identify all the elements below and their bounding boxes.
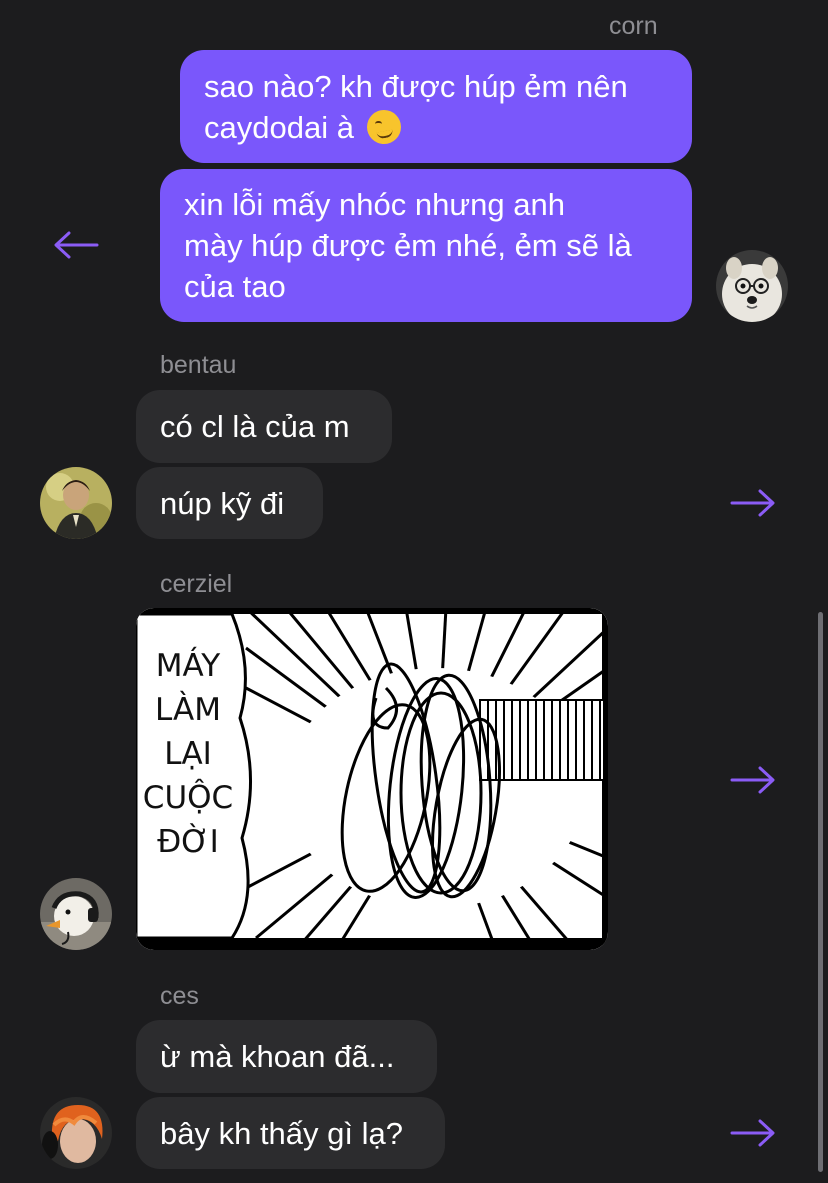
chat-thread: corn sao nào? kh được húp ẻm nên caydoda… <box>0 0 828 1183</box>
image-message-manga[interactable]: MÁY LÀM LẠI CUỘC ĐỜI <box>136 608 608 950</box>
sender-name-ces: ces <box>160 982 199 1010</box>
scrollbar[interactable] <box>818 612 823 1172</box>
message-bubble[interactable]: có cl là của m <box>136 390 392 463</box>
reply-arrow-right-icon[interactable] <box>730 766 776 794</box>
message-line: của tao <box>184 269 286 304</box>
message-bubble[interactable]: ừ mà khoan đã... <box>136 1020 437 1093</box>
reply-arrow-right-icon[interactable] <box>730 489 776 517</box>
avatar-samoyed-icon[interactable] <box>716 250 788 322</box>
message-line: núp kỹ đi <box>160 485 285 521</box>
message-line: caydodai à <box>204 107 668 148</box>
message-line: ừ mà khoan đã... <box>160 1039 395 1074</box>
avatar-goose-icon[interactable] <box>40 878 112 950</box>
message-line: bây kh thấy gì lạ? <box>160 1115 403 1151</box>
sender-name-cerziel: cerziel <box>160 570 233 598</box>
message-line: có cl là của m <box>160 409 350 444</box>
message-line: sao nào? kh được húp ẻm nên <box>204 68 628 104</box>
sender-name-bentau: bentau <box>160 351 237 379</box>
message-bubble[interactable]: xin lỗi mấy nhóc nhưng anh mày húp được … <box>160 169 692 322</box>
manga-lettering: MÁY LÀM LẠI CUỘC ĐỜI <box>142 648 234 860</box>
sender-name-corn: corn <box>609 12 658 40</box>
message-line: mày húp được ẻm nhé, ẻm sẽ là <box>184 228 632 263</box>
reply-arrow-left-icon[interactable] <box>53 231 99 259</box>
message-bubble[interactable]: núp kỹ đi <box>136 467 323 539</box>
avatar-ces-icon[interactable] <box>40 1097 112 1169</box>
message-bubble[interactable]: bây kh thấy gì lạ? <box>136 1097 445 1169</box>
message-bubble[interactable]: sao nào? kh được húp ẻm nên caydodai à <box>180 50 692 163</box>
avatar-bentau-icon[interactable] <box>40 467 112 539</box>
message-line: xin lỗi mấy nhóc nhưng anh <box>184 187 565 222</box>
reply-arrow-right-icon[interactable] <box>730 1119 776 1147</box>
smirking-face-emoji-icon <box>366 109 401 144</box>
